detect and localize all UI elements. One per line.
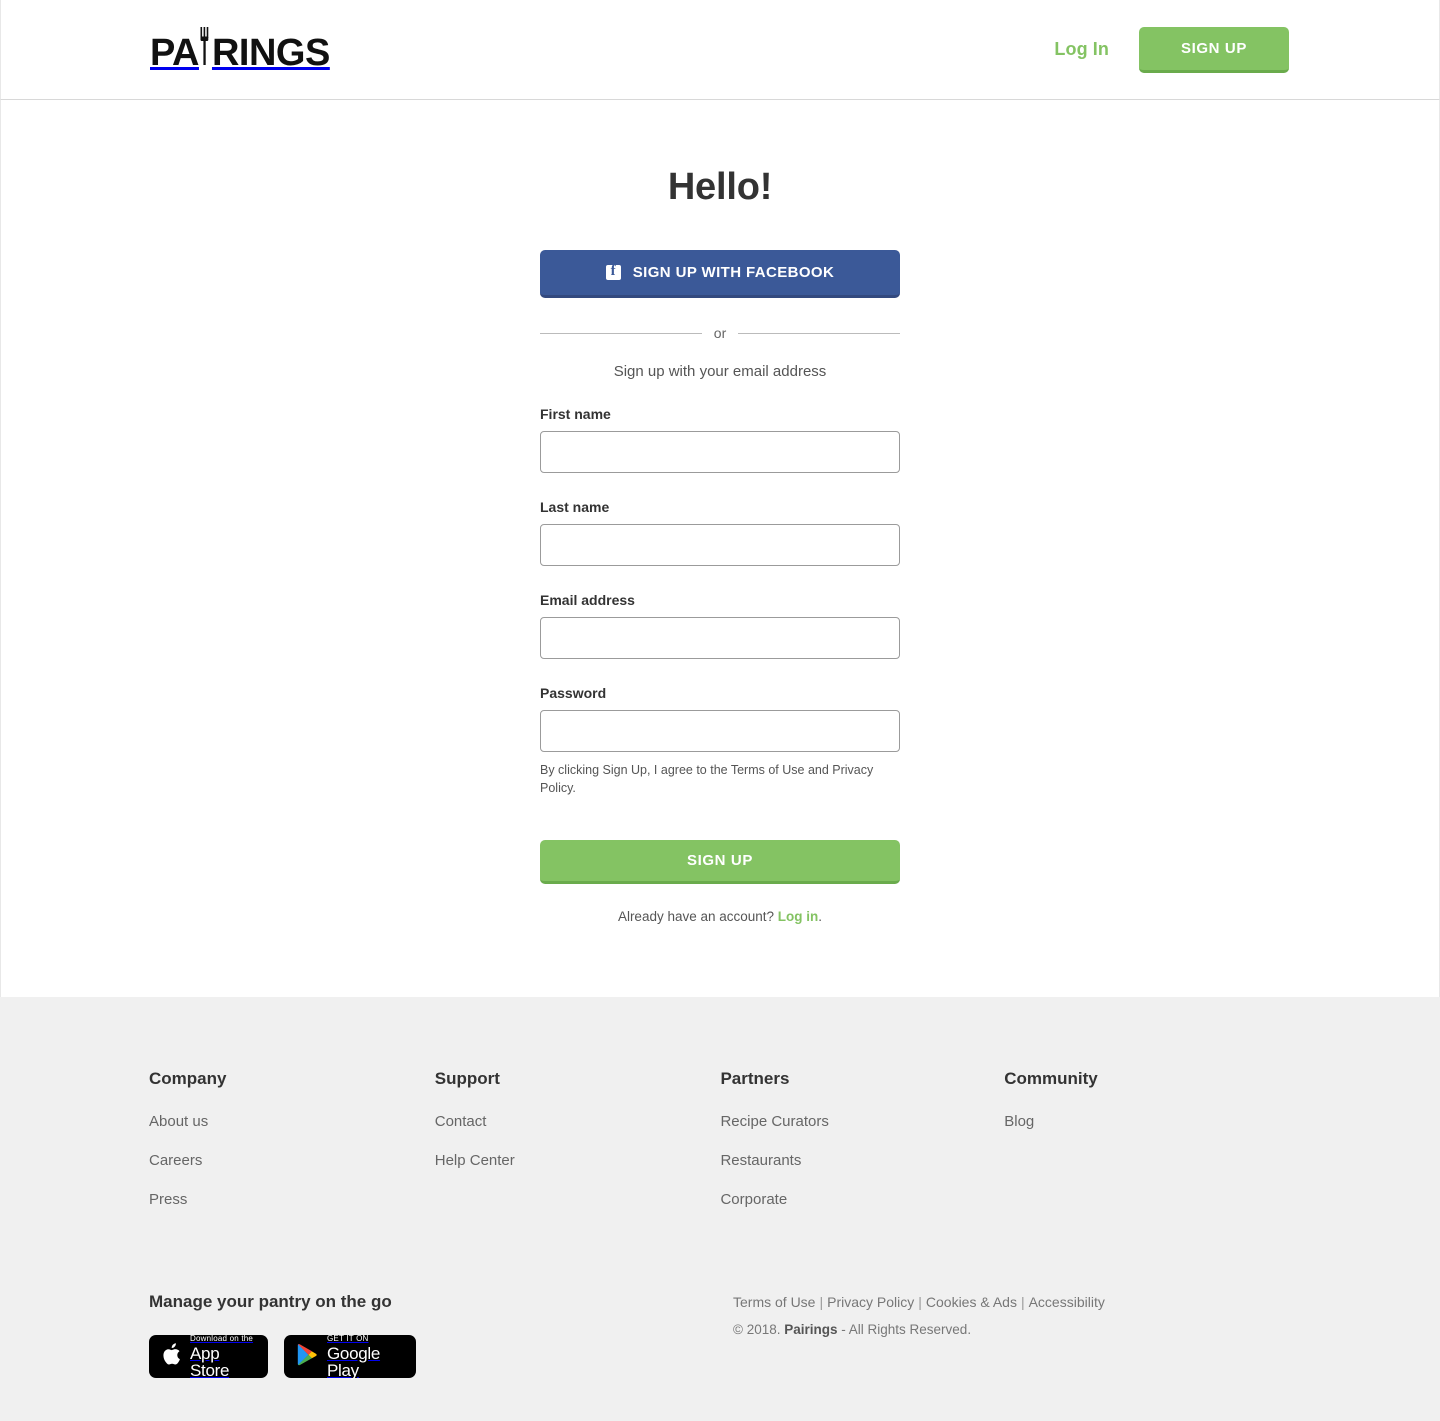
- footer-column-support: Support Contact Help Center: [435, 1069, 721, 1230]
- legal-section: Terms of Use | Privacy Policy | Cookies & Ad…: [733, 1292, 1105, 1378]
- last-name-label: Last name: [540, 499, 610, 515]
- footer-link-restaurants[interactable]: Restaurants: [720, 1152, 1004, 1169]
- legal-separator-2: |: [918, 1294, 922, 1310]
- last-name-input[interactable]: [540, 524, 900, 566]
- email-signup-prompt: Sign up with your email address: [613, 363, 827, 380]
- app-store-badge[interactable]: Download on the App Store: [149, 1333, 268, 1380]
- footer-link-about-us[interactable]: About us: [149, 1113, 435, 1130]
- footer-link-help-center[interactable]: Help Center: [435, 1152, 721, 1169]
- footer-title-company: Company: [149, 1069, 227, 1088]
- legal-separator-3: |: [1020, 1294, 1025, 1310]
- copyright-notice: © 2018. Pairings - All Rights Reserved.: [733, 1322, 1105, 1337]
- footer-link-careers[interactable]: Careers: [149, 1152, 435, 1169]
- existing-account-login-link[interactable]: Log in: [778, 909, 819, 924]
- app-badges: Download on the App Store GET IT ON Goog…: [149, 1333, 733, 1380]
- google-play-text: GET IT ON Google Play: [327, 1333, 403, 1380]
- password-input[interactable]: [540, 710, 900, 752]
- header-actions: Log In SIGN UP: [1054, 26, 1289, 73]
- footer-column-partners: Partners Recipe Curators Restaurants Cor…: [720, 1069, 1004, 1230]
- logo-text: PA RINGS: [150, 27, 330, 72]
- app-store-small-label: Download on the: [190, 1333, 254, 1343]
- google-play-icon: [297, 1343, 318, 1371]
- app-store-big-label: App Store: [190, 1343, 230, 1380]
- divider-label: or: [713, 325, 727, 341]
- facebook-icon: [605, 263, 621, 280]
- footer-link-recipe-curators[interactable]: Recipe Curators: [720, 1113, 1004, 1130]
- footer-link-corporate[interactable]: Corporate: [720, 1191, 1004, 1208]
- logo-text-part-2: RINGS: [211, 32, 330, 74]
- app-badges-section: Manage your pantry on the go Download on…: [149, 1292, 733, 1380]
- first-name-input[interactable]: [540, 431, 900, 473]
- page-title: Hello!: [667, 166, 773, 208]
- header-login-link[interactable]: Log In: [1054, 39, 1109, 60]
- footer-column-company: Company About us Careers Press: [149, 1069, 435, 1230]
- facebook-signup-button[interactable]: SIGN UP WITH FACEBOOK: [540, 250, 900, 298]
- app-store-text: Download on the App Store: [190, 1333, 255, 1380]
- apps-title: Manage your pantry on the go: [149, 1292, 392, 1311]
- footer-link-contact[interactable]: Contact: [435, 1113, 721, 1130]
- existing-account-period: .: [818, 908, 823, 924]
- footer-link-press[interactable]: Press: [149, 1191, 435, 1208]
- footer-title-support: Support: [434, 1069, 500, 1088]
- submit-signup-button[interactable]: SIGN UP: [540, 839, 900, 884]
- footer-title-community: Community: [1004, 1069, 1098, 1088]
- terms-notice: By clicking Sign Up, I agree to the Term…: [540, 763, 874, 795]
- footer-link-blog[interactable]: Blog: [1004, 1113, 1290, 1130]
- existing-account-note: Already have an account? Log in.: [540, 909, 900, 924]
- legal-link-accessibility[interactable]: Accessibility: [1029, 1294, 1105, 1310]
- divider: or: [540, 325, 901, 341]
- password-label: Password: [540, 685, 607, 701]
- existing-account-text: Already have an account?: [617, 908, 778, 924]
- divider-line-left: [540, 332, 702, 334]
- google-play-big-label: Google Play: [327, 1343, 381, 1380]
- google-play-small-label: GET IT ON: [327, 1333, 369, 1343]
- site-header: PA RINGS Log In SIGN UP: [0, 0, 1440, 100]
- footer-bottom: Manage your pantry on the go Download on…: [149, 1292, 1290, 1380]
- facebook-signup-label: SIGN UP WITH FACEBOOK: [632, 264, 835, 281]
- email-input[interactable]: [540, 617, 900, 659]
- first-name-label: First name: [540, 406, 611, 422]
- legal-link-cookies-ads[interactable]: Cookies & Ads: [926, 1294, 1017, 1310]
- legal-separator-1: |: [819, 1294, 824, 1310]
- apple-icon: [162, 1342, 181, 1371]
- field-last-name: Last name: [540, 499, 900, 566]
- field-email: Email address: [540, 592, 900, 659]
- google-play-badge[interactable]: GET IT ON Google Play: [284, 1333, 416, 1380]
- copyright-prefix: © 2018.: [733, 1322, 785, 1337]
- footer-link-columns: Company About us Careers Press Support C…: [149, 1069, 1290, 1230]
- signup-form: Hello! SIGN UP WITH FACEBOOK or Sign up …: [540, 166, 901, 924]
- field-password: Password: [540, 685, 900, 752]
- fork-icon: [200, 27, 211, 65]
- logo-text-part-1: PA: [150, 32, 199, 74]
- legal-links: Terms of Use | Privacy Policy | Cookies & Ad…: [733, 1294, 1105, 1310]
- main-content: Hello! SIGN UP WITH FACEBOOK or Sign up …: [0, 100, 1440, 997]
- legal-link-terms-of-use[interactable]: Terms of Use: [733, 1294, 815, 1310]
- copyright-brand: Pairings: [784, 1322, 838, 1337]
- footer-column-community: Community Blog: [1004, 1069, 1290, 1230]
- header-signup-button[interactable]: SIGN UP: [1139, 26, 1289, 73]
- logo-pairings[interactable]: PA RINGS: [150, 27, 330, 72]
- copyright-suffix: - All Rights Reserved.: [837, 1322, 972, 1337]
- site-footer: Company About us Careers Press Support C…: [0, 997, 1440, 1421]
- legal-link-privacy-policy[interactable]: Privacy Policy: [827, 1294, 914, 1310]
- field-first-name: First name: [540, 406, 900, 473]
- email-label: Email address: [540, 592, 635, 608]
- page-root: PA RINGS Log In SIGN UP Hello! f SIGN UP…: [0, 0, 1440, 1421]
- footer-title-partners: Partners: [720, 1069, 790, 1088]
- divider-line-right: [738, 332, 901, 334]
